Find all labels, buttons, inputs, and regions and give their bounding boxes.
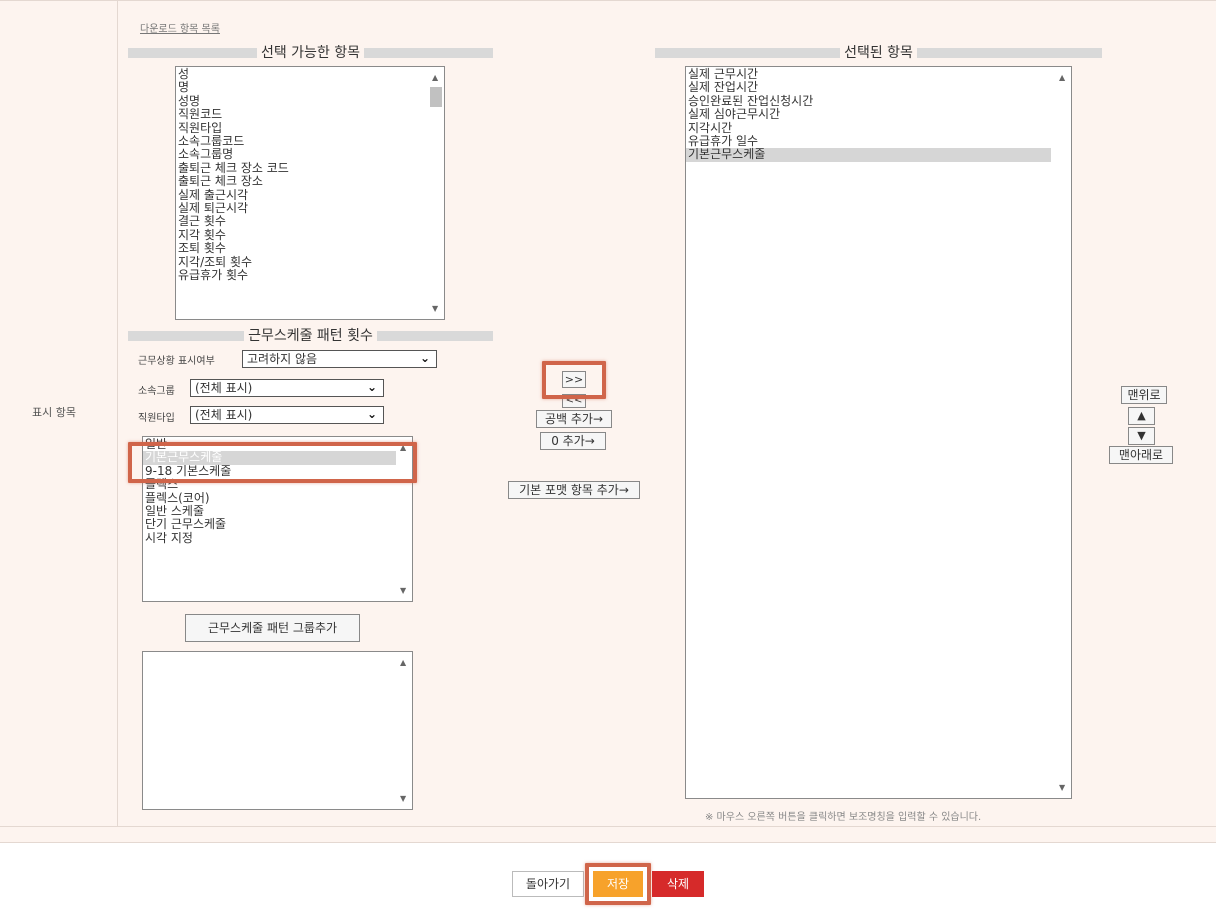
list-item[interactable]: 플렉스(코어) [143, 491, 412, 505]
row-label: 표시 항목 [32, 406, 76, 419]
list-item[interactable]: 출퇴근 체크 장소 코드 [176, 161, 444, 175]
scroll-up-icon[interactable]: ▲ [400, 658, 406, 667]
list-item[interactable]: 시각 지정 [143, 531, 412, 545]
list-item[interactable]: 일반 스케줄 [143, 504, 412, 518]
download-list-link[interactable]: 다운로드 항목 목록 [140, 20, 220, 35]
chevron-down-icon: ⌄ [366, 407, 377, 421]
group-select[interactable]: (전체 표시) ⌄ [190, 379, 384, 397]
top-border [0, 0, 1216, 1]
status-value: 고려하지 않음 [247, 352, 318, 366]
list-item[interactable]: 단기 근무스케줄 [143, 518, 412, 532]
group-label: 소속그룹 [138, 386, 175, 397]
list-item[interactable]: 지각시간 [686, 121, 1051, 135]
available-header: 선택 가능한 항목 [256, 45, 365, 61]
delete-button[interactable]: 삭제 [652, 871, 704, 897]
list-item[interactable]: 승인완료된 잔업신청시간 [686, 94, 1051, 108]
scroll-down-icon[interactable]: ▼ [1059, 783, 1065, 792]
list-item[interactable]: 기본근무스케줄 [686, 148, 1051, 162]
pattern-group-listbox[interactable]: ▲ ▼ [142, 651, 413, 810]
list-item[interactable]: 유급휴가 횟수 [176, 268, 444, 282]
right-click-note: ※ 마우스 오른쪽 버튼을 클릭하면 보조명칭을 입력할 수 있습니다. [705, 812, 982, 823]
move-up-button[interactable]: ▲ [1128, 407, 1155, 425]
scroll-up-icon[interactable]: ▲ [1059, 73, 1065, 82]
chevron-down-icon: ⌄ [366, 380, 377, 394]
add-basic-format-button[interactable]: 기본 포맷 항목 추가→ [508, 481, 640, 499]
chevron-down-icon: ⌄ [419, 351, 430, 365]
list-item[interactable]: 성 [176, 67, 444, 81]
available-header-wrap: 선택 가능한 항목 [128, 44, 493, 62]
list-item[interactable]: 조퇴 횟수 [176, 241, 444, 255]
highlight-box-save [585, 863, 651, 905]
scroll-down-icon[interactable]: ▼ [432, 304, 438, 313]
group-value: (전체 표시) [195, 381, 253, 395]
back-button[interactable]: 돌아가기 [512, 871, 584, 897]
available-scrollbar[interactable]: ▲ ▼ [428, 67, 444, 319]
scroll-up-icon[interactable]: ▲ [432, 73, 438, 82]
form-bottom-bar [0, 826, 1216, 843]
list-item[interactable]: 실제 출근시각 [176, 188, 444, 202]
scroll-down-icon[interactable]: ▼ [400, 586, 406, 595]
list-item[interactable]: 실제 퇴근시각 [176, 201, 444, 215]
list-item[interactable]: 유급휴가 일수 [686, 134, 1051, 148]
list-item[interactable]: 성명 [176, 94, 444, 108]
add-blank-button[interactable]: 공백 추가→ [536, 410, 612, 428]
list-item[interactable]: 직원코드 [176, 107, 444, 121]
type-value: (전체 표시) [195, 408, 253, 422]
move-top-button[interactable]: 맨위로 [1121, 386, 1167, 404]
selected-items-listbox[interactable]: 실제 근무시간 실제 잔업시간 승인완료된 잔업신청시간 실제 심야근무시간 지각시간 유… [685, 66, 1072, 799]
list-item[interactable]: 직원타입 [176, 121, 444, 135]
list-item[interactable]: 지각 횟수 [176, 228, 444, 242]
scroll-thumb[interactable] [430, 87, 442, 107]
add-zero-button[interactable]: 0 추가→ [540, 432, 606, 450]
list-item[interactable]: 출퇴근 체크 장소 [176, 174, 444, 188]
highlight-box-pattern [128, 442, 417, 483]
list-item[interactable]: 소속그룹명 [176, 148, 444, 162]
list-item[interactable]: 결근 횟수 [176, 215, 444, 229]
list-item[interactable]: 실제 심야근무시간 [686, 107, 1051, 121]
selected-scrollbar[interactable]: ▲ ▼ [1055, 67, 1071, 798]
add-pattern-group-button[interactable]: 근무스케줄 패턴 그룹추가 [185, 614, 360, 642]
list-item[interactable]: 명 [176, 80, 444, 94]
move-down-button[interactable]: ▼ [1128, 427, 1155, 445]
list-item[interactable]: 실제 잔업시간 [686, 80, 1051, 94]
selected-header-wrap: 선택된 항목 [655, 44, 1102, 62]
status-label: 근무상황 표시여부 [138, 356, 215, 367]
type-select[interactable]: (전체 표시) ⌄ [190, 406, 384, 424]
selected-header: 선택된 항목 [840, 45, 917, 61]
scroll-down-icon[interactable]: ▼ [400, 794, 406, 803]
group-scrollbar[interactable]: ▲ ▼ [396, 652, 412, 809]
status-select[interactable]: 고려하지 않음 ⌄ [242, 350, 437, 368]
pattern-header-wrap: 근무스케줄 패턴 횟수 [128, 327, 493, 345]
list-item[interactable]: 소속그룹코드 [176, 134, 444, 148]
move-bottom-button[interactable]: 맨아래로 [1109, 446, 1173, 464]
list-item[interactable]: 지각/조퇴 횟수 [176, 255, 444, 269]
available-items-listbox[interactable]: 성 명 성명 직원코드 직원타입 소속그룹코드 소속그룹명 출퇴근 체크 장소 코드 출퇴근 체… [175, 66, 445, 320]
pattern-header: 근무스케줄 패턴 횟수 [244, 328, 377, 344]
type-label: 직원타입 [138, 413, 175, 424]
list-item[interactable]: 실제 근무시간 [686, 67, 1051, 81]
highlight-box-transfer [542, 361, 606, 399]
